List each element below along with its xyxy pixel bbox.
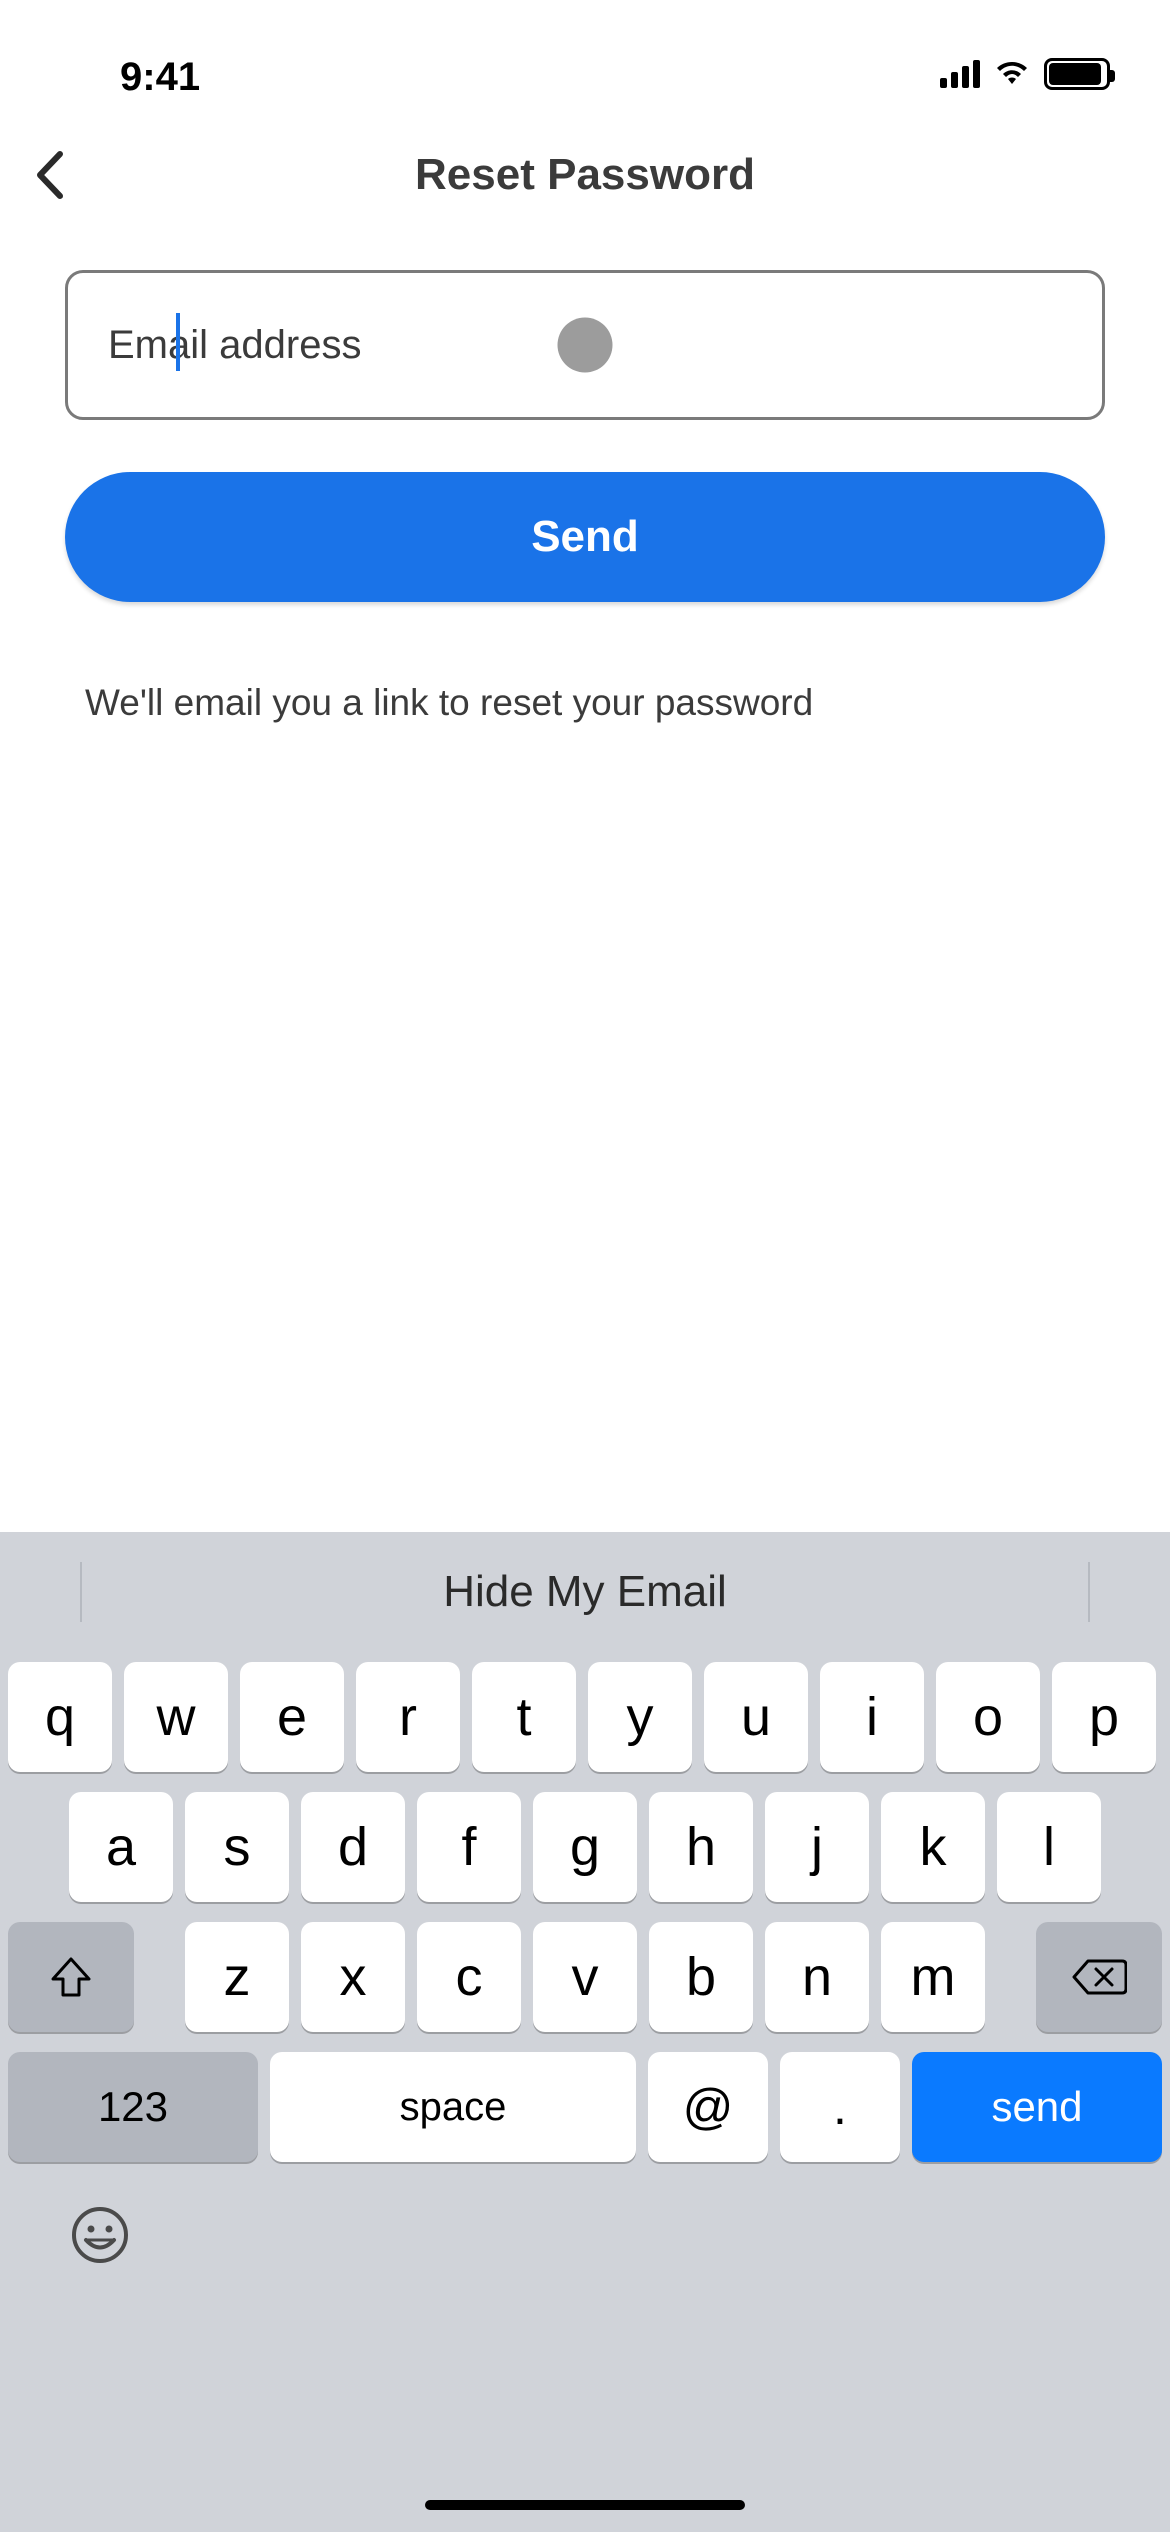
chevron-left-icon (30, 150, 70, 200)
key-e[interactable]: e (240, 1662, 344, 1772)
key-y[interactable]: y (588, 1662, 692, 1772)
key-o[interactable]: o (936, 1662, 1040, 1772)
keyboard-footer (0, 2162, 1170, 2312)
key-w[interactable]: w (124, 1662, 228, 1772)
shift-key[interactable] (8, 1922, 134, 2032)
key-s[interactable]: s (185, 1792, 289, 1902)
cellular-signal-icon (940, 60, 980, 88)
text-cursor (176, 313, 180, 371)
key-d[interactable]: d (301, 1792, 405, 1902)
nav-header: Reset Password (0, 120, 1170, 230)
keyboard: Hide My Email qwertyuiop asdfghjkl zxcvb… (0, 1532, 1170, 2532)
key-z[interactable]: z (185, 1922, 289, 2032)
key-c[interactable]: c (417, 1922, 521, 2032)
key-row-bottom: 123 space @ . send (0, 2052, 1170, 2162)
battery-icon (1044, 58, 1110, 90)
shift-icon (49, 1955, 93, 1999)
key-rows: qwertyuiop asdfghjkl zxcvbnm (0, 1652, 1170, 2032)
key-b[interactable]: b (649, 1922, 753, 2032)
key-x[interactable]: x (301, 1922, 405, 2032)
key-i[interactable]: i (820, 1662, 924, 1772)
email-placeholder: Email address (108, 323, 361, 368)
page-title: Reset Password (415, 150, 755, 200)
at-key[interactable]: @ (648, 2052, 768, 2162)
key-u[interactable]: u (704, 1662, 808, 1772)
key-row-2: asdfghjkl (8, 1792, 1162, 1902)
email-field[interactable]: Email address (65, 270, 1105, 420)
key-k[interactable]: k (881, 1792, 985, 1902)
send-button[interactable]: Send (65, 472, 1105, 602)
key-g[interactable]: g (533, 1792, 637, 1902)
key-m[interactable]: m (881, 1922, 985, 2032)
wifi-icon (994, 60, 1030, 88)
key-t[interactable]: t (472, 1662, 576, 1772)
key-f[interactable]: f (417, 1792, 521, 1902)
home-indicator[interactable] (425, 2500, 745, 2510)
key-row-1: qwertyuiop (8, 1662, 1162, 1772)
status-bar: 9:41 (0, 0, 1170, 120)
dot-key[interactable]: . (780, 2052, 900, 2162)
pointer-dot-icon (558, 318, 613, 373)
suggestion-hide-my-email[interactable]: Hide My Email (443, 1567, 727, 1617)
status-time: 9:41 (120, 55, 200, 100)
suggestion-bar: Hide My Email (0, 1532, 1170, 1652)
key-q[interactable]: q (8, 1662, 112, 1772)
key-n[interactable]: n (765, 1922, 869, 2032)
key-j[interactable]: j (765, 1792, 869, 1902)
back-button[interactable] (20, 140, 80, 210)
keyboard-send-key[interactable]: send (912, 2052, 1162, 2162)
key-h[interactable]: h (649, 1792, 753, 1902)
backspace-key[interactable] (1036, 1922, 1162, 2032)
key-v[interactable]: v (533, 1922, 637, 2032)
status-indicators (940, 58, 1110, 90)
backspace-icon (1072, 1957, 1127, 1997)
helper-text: We'll email you a link to reset your pas… (65, 682, 1105, 724)
key-r[interactable]: r (356, 1662, 460, 1772)
emoji-button[interactable] (70, 2205, 130, 2270)
form-area: Email address Send We'll email you a lin… (0, 230, 1170, 724)
key-p[interactable]: p (1052, 1662, 1156, 1772)
send-button-label: Send (531, 512, 639, 562)
numbers-key[interactable]: 123 (8, 2052, 258, 2162)
suggestion-divider (1088, 1562, 1090, 1622)
suggestion-divider (80, 1562, 82, 1622)
space-key[interactable]: space (270, 2052, 636, 2162)
key-row-3: zxcvbnm (8, 1922, 1162, 2032)
emoji-icon (70, 2205, 130, 2265)
key-a[interactable]: a (69, 1792, 173, 1902)
key-l[interactable]: l (997, 1792, 1101, 1902)
